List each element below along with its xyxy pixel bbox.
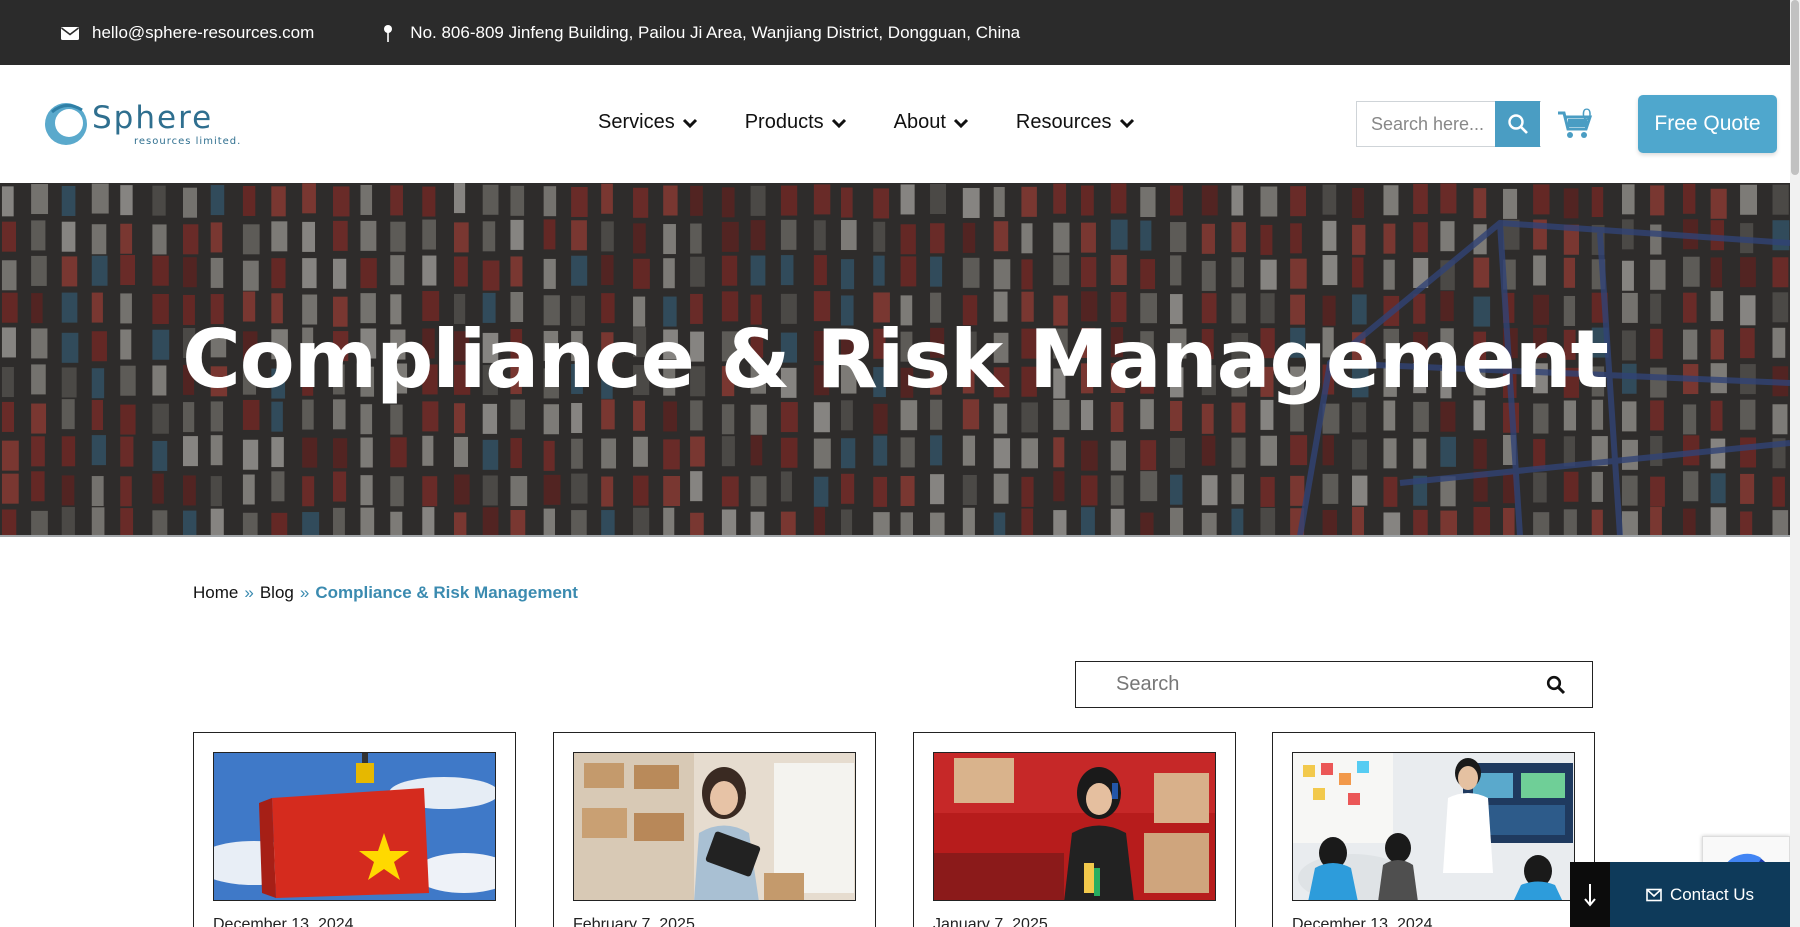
nav-label-products[interactable]: Products: [745, 111, 824, 134]
cart-count-badge: 0: [1582, 105, 1592, 124]
blog-card[interactable]: February 7, 2025: [553, 732, 876, 927]
envelope-icon: [61, 26, 79, 40]
chevron-down-icon: [831, 118, 846, 128]
scroll-down-button[interactable]: [1570, 862, 1610, 927]
blog-search-input[interactable]: Search: [1075, 661, 1593, 708]
search-icon[interactable]: [1546, 675, 1566, 695]
page-scrollbar[interactable]: [1790, 0, 1800, 927]
topbar-address: No. 806-809 Jinfeng Building, Pailou Ji …: [378, 23, 1020, 43]
blog-card-image[interactable]: [933, 752, 1216, 901]
blog-card-date: December 13, 2024: [1292, 916, 1433, 927]
map-pin-icon: [384, 24, 393, 42]
team-meeting-image: [1293, 753, 1574, 900]
site-logo[interactable]: Sphere resources limited.: [42, 98, 242, 153]
breadcrumb-home[interactable]: Home: [193, 583, 238, 603]
top-contact-bar: hello@sphere-resources.com No. 806-809 J…: [0, 0, 1790, 65]
woman-on-phone-image: [934, 753, 1215, 900]
hero-divider: [0, 535, 1790, 537]
blog-card-image[interactable]: [573, 752, 856, 901]
page-title: Compliance & Risk Management: [182, 313, 1609, 406]
topbar-address-text: No. 806-809 Jinfeng Building, Pailou Ji …: [410, 22, 1021, 42]
nav-item-resources[interactable]: Resources: [1016, 111, 1136, 134]
nav-item-services[interactable]: Services: [598, 111, 699, 134]
breadcrumb-separator: »: [244, 583, 254, 602]
logo-wordmark: Sphere: [92, 100, 214, 136]
breadcrumb-separator: »: [299, 583, 310, 602]
woman-with-tablet-image: [574, 753, 855, 900]
blog-card-date: February 7, 2025: [573, 916, 695, 927]
header-search-placeholder: Search here...: [1371, 113, 1485, 134]
nav-label-services[interactable]: Services: [598, 111, 675, 134]
site-header: Sphere resources limited. Services Produ…: [0, 65, 1790, 183]
breadcrumb: Home » Blog » Compliance & Risk Manageme…: [193, 583, 578, 603]
blog-card-date: December 13, 2024: [213, 916, 354, 927]
contact-us-label[interactable]: Contact Us: [1670, 885, 1754, 905]
blog-card-image[interactable]: [213, 752, 496, 901]
blog-card-image[interactable]: [1292, 752, 1575, 901]
contact-us-button[interactable]: Contact Us: [1610, 862, 1790, 927]
nav-item-products[interactable]: Products: [745, 111, 848, 134]
search-icon: [1507, 114, 1528, 134]
blog-card[interactable]: December 13, 2024: [1272, 732, 1595, 927]
breadcrumb-current: Compliance & Risk Management: [315, 583, 578, 602]
scrollbar-thumb[interactable]: [1791, 0, 1799, 175]
free-quote-button[interactable]: Free Quote: [1638, 95, 1777, 153]
blog-card-date: January 7, 2025: [933, 916, 1048, 927]
topbar-email[interactable]: hello@sphere-resources.com: [60, 23, 314, 43]
nav-label-about[interactable]: About: [894, 111, 946, 134]
hero-banner: Compliance & Risk Management: [0, 183, 1790, 536]
nav-item-about[interactable]: About: [894, 111, 970, 134]
chevron-down-icon: [953, 118, 968, 128]
logo-subtext: resources limited.: [134, 136, 242, 147]
chevron-down-icon: [682, 118, 697, 128]
chevron-down-icon: [1119, 118, 1134, 128]
vietnam-flag-container-image: [214, 753, 495, 900]
blog-card[interactable]: December 13, 2024: [193, 732, 516, 927]
envelope-icon: [1646, 888, 1662, 901]
blog-card[interactable]: January 7, 2025: [913, 732, 1236, 927]
breadcrumb-blog[interactable]: Blog: [260, 583, 294, 603]
nav-label-resources[interactable]: Resources: [1016, 111, 1112, 134]
header-search-button[interactable]: [1495, 101, 1540, 147]
blog-search-placeholder: Search: [1116, 673, 1180, 695]
topbar-email-text[interactable]: hello@sphere-resources.com: [92, 23, 314, 43]
arrow-down-icon: [1584, 883, 1596, 907]
main-nav: Services Products About Resources: [598, 111, 1182, 134]
